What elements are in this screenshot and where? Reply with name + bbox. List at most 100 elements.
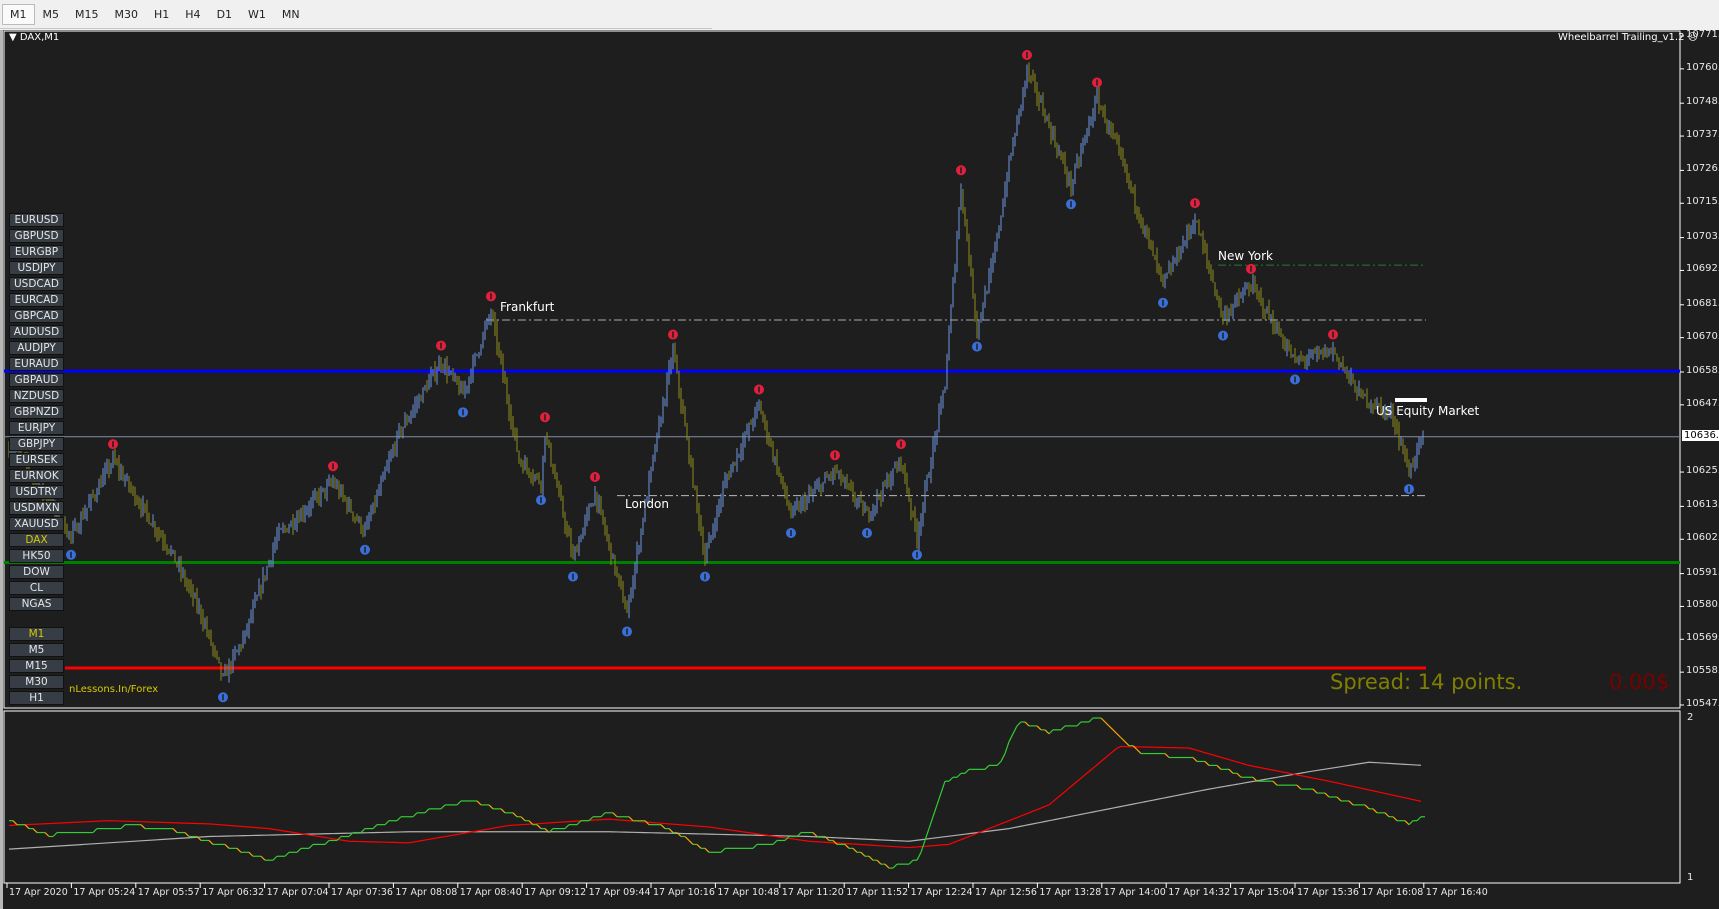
timeframe-tab-m5[interactable]: M5 xyxy=(35,4,68,25)
symbol-button-gbpaud[interactable]: GBPAUD xyxy=(9,373,64,387)
indicator-osc-segment xyxy=(92,828,98,833)
symbol-button-nzdusd[interactable]: NZDUSD xyxy=(9,389,64,403)
indicator-osc-segment xyxy=(688,840,694,845)
timeframe-tab-d1[interactable]: D1 xyxy=(209,4,240,25)
session-us-equity: US Equity Market xyxy=(1376,404,1480,419)
indicator-red-line xyxy=(8,745,1422,849)
symbol-button-hk50[interactable]: HK50 xyxy=(9,549,64,563)
triangle-down-icon[interactable]: ▼ xyxy=(9,32,20,43)
price-label: 10602.5 xyxy=(1686,532,1719,544)
indicator-osc-segment xyxy=(360,828,366,833)
price-label: 10591.0 xyxy=(1686,566,1719,578)
session-new-york: New York xyxy=(1218,249,1273,263)
indicator-osc-segment xyxy=(1104,721,1110,727)
indicator-osc-segment xyxy=(520,816,526,822)
time-label: 17 Apr 12:24 xyxy=(910,887,973,898)
timeframe-tab-h1[interactable]: H1 xyxy=(146,4,177,25)
time-label: 17 Apr 07:36 xyxy=(331,887,393,898)
indicator-osc-segment xyxy=(1044,729,1050,735)
time-label: 17 Apr 16:08 xyxy=(1361,887,1424,898)
indicator-osc-segment xyxy=(600,812,606,818)
symbol-button-audjpy[interactable]: AUDJPY xyxy=(9,341,64,355)
symbol-button-dax[interactable]: DAX xyxy=(9,533,64,547)
indicator-osc-segment xyxy=(236,847,242,853)
tf-button-m1[interactable]: M1 xyxy=(9,627,64,641)
indicator-osc-segment xyxy=(1060,725,1066,731)
timeframe-tab-h4[interactable]: H4 xyxy=(177,4,208,25)
time-label: 17 Apr 06:32 xyxy=(202,887,265,898)
indicator-osc-segment xyxy=(1216,764,1222,770)
timeframe-tab-m15[interactable]: M15 xyxy=(67,4,107,25)
indicator-osc-segment xyxy=(12,820,18,826)
expert-label: Wheelbarrel Trailing_v1.2 ☹ xyxy=(1558,32,1698,43)
indicator-osc-segment xyxy=(1116,733,1122,739)
symbol-button-eurjpy[interactable]: EURJPY xyxy=(9,421,64,435)
symbol-button-usdmxn[interactable]: USDMXN xyxy=(9,501,64,515)
symbol-button-cl[interactable]: CL xyxy=(9,581,64,595)
indicator-osc-segment xyxy=(1392,816,1398,822)
price-label: 10703.5 xyxy=(1686,230,1719,242)
indicator-osc-segment xyxy=(876,859,882,865)
indicator-osc-segment xyxy=(32,828,38,833)
chart-window[interactable]: ▼ DAX,M1 Wheelbarrel Trailing_v1.2 ☹ Fra… xyxy=(0,29,1719,909)
session-london: London xyxy=(625,496,669,511)
time-label: 17 Apr 15:36 xyxy=(1297,887,1359,898)
current-price-label: 10636.8 xyxy=(1682,429,1719,441)
symbol-button-eurgbp[interactable]: EURGBP xyxy=(9,245,64,259)
symbol-button-eurcad[interactable]: EURCAD xyxy=(9,293,64,307)
timeframe-tab-m1[interactable]: M1 xyxy=(2,3,35,25)
symbol-button-dow[interactable]: DOW xyxy=(9,565,64,579)
symbol-button-gbpusd[interactable]: GBPUSD xyxy=(9,229,64,243)
symbol-button-xauusd[interactable]: XAUUSD xyxy=(9,517,64,531)
symbol-button-audusd[interactable]: AUDUSD xyxy=(9,325,64,339)
symbol-button-eurnok[interactable]: EURNOK xyxy=(9,469,64,483)
tf-button-m15[interactable]: M15 xyxy=(9,659,64,673)
symbol-button-gbpcad[interactable]: GBPCAD xyxy=(9,309,64,323)
session-frankfurt: Frankfurt xyxy=(500,299,555,314)
symbol-button-usdcad[interactable]: USDCAD xyxy=(9,277,64,291)
symbol-button-eurusd[interactable]: EURUSD xyxy=(9,213,64,227)
indicator-gray-line xyxy=(8,761,1422,850)
price-label: 10681.0 xyxy=(1686,297,1719,309)
indicator-osc-segment xyxy=(456,800,462,806)
timeframe-tab-w1[interactable]: W1 xyxy=(240,4,274,25)
indicator-osc-segment xyxy=(984,764,990,770)
tf-button-h1[interactable]: H1 xyxy=(9,691,64,705)
price-label: 10692.5 xyxy=(1686,263,1719,275)
indicator-osc-segment xyxy=(412,812,418,818)
timeframe-tab-mn[interactable]: MN xyxy=(274,4,308,25)
indicator-osc-segment xyxy=(860,851,866,857)
symbol-button-eursek[interactable]: EURSEK xyxy=(9,453,64,467)
indicator-osc-segment xyxy=(1000,753,1006,762)
indicator-osc-segment xyxy=(704,847,710,853)
timeframe-tab-m30[interactable]: M30 xyxy=(107,4,147,25)
price-label: 10613.5 xyxy=(1686,499,1719,511)
indicator-osc-segment xyxy=(948,776,954,782)
indicator-osc-segment xyxy=(940,781,946,794)
tf-button-m30[interactable]: M30 xyxy=(9,675,64,689)
symbol-button-gbpnzd[interactable]: GBPNZD xyxy=(9,405,64,419)
indicator-osc-segment xyxy=(24,824,30,830)
symbol-button-usdtry[interactable]: USDTRY xyxy=(9,485,64,499)
indicator-scale-min: 1 xyxy=(1687,872,1694,883)
indicator-osc-segment xyxy=(1324,792,1330,798)
indicator-osc-segment xyxy=(1336,796,1342,802)
indicator-osc-segment xyxy=(536,824,542,830)
indicator-osc-segment xyxy=(372,824,378,830)
price-label: 10580.0 xyxy=(1686,599,1719,611)
indicator-osc-segment xyxy=(892,863,898,869)
tf-button-m5[interactable]: M5 xyxy=(9,643,64,657)
price-chart[interactable] xyxy=(3,30,1719,909)
indicator-osc-segment xyxy=(1364,804,1370,810)
symbol-button-gbpjpy[interactable]: GBPJPY xyxy=(9,437,64,451)
indicator-osc-segment xyxy=(1100,717,1106,723)
indicator-osc-segment xyxy=(1236,772,1242,778)
symbol-button-usdjpy[interactable]: USDJPY xyxy=(9,261,64,275)
indicator-osc-segment xyxy=(772,840,778,845)
symbol-button-ngas[interactable]: NGAS xyxy=(9,597,64,611)
symbol-button-euraud[interactable]: EURAUD xyxy=(9,357,64,371)
indicator-osc-segment xyxy=(1204,761,1210,766)
indicator-pane-border xyxy=(3,710,1681,884)
price-label: 10771.0 xyxy=(1686,29,1719,40)
indicator-osc-segment xyxy=(488,804,494,810)
